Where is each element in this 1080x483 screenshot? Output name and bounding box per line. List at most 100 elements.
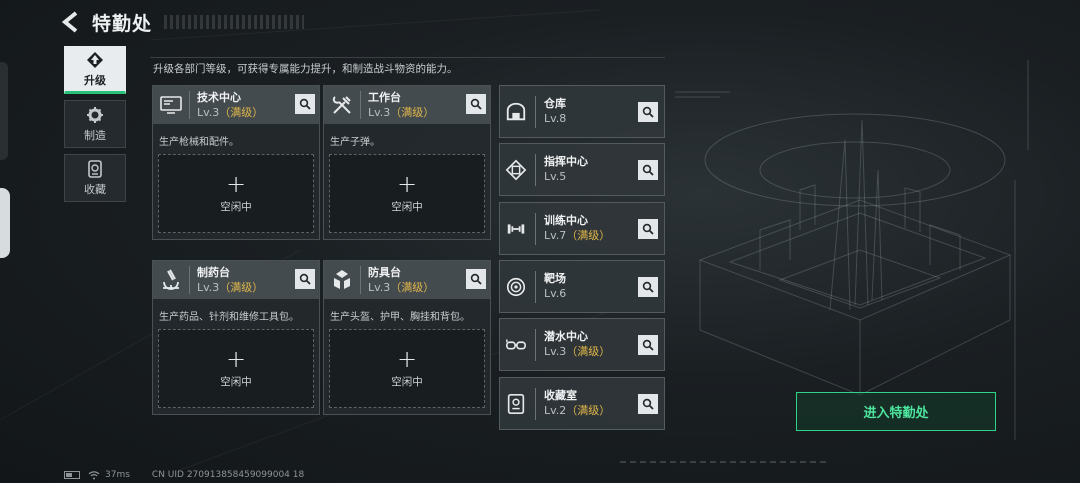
facility-item-diving-center[interactable]: 潜水中心 Lv.3（满级） [499, 318, 665, 371]
search-button[interactable] [295, 269, 315, 289]
facility-name: 训练中心 [544, 214, 588, 227]
facility-name: 潜水中心 [544, 330, 588, 343]
card-header: 工作台 Lv.3（满级） [324, 86, 490, 124]
search-icon [642, 398, 654, 410]
facility-card-workbench[interactable]: 工作台 Lv.3（满级） 生产子弹。 + 空闲中 [323, 85, 491, 240]
gear-icon [87, 106, 103, 123]
max-level-badge: （满级） [390, 105, 435, 119]
search-button[interactable] [466, 94, 486, 114]
facility-level: Lv.5 [544, 169, 588, 184]
max-level-badge: （满级） [566, 404, 611, 417]
slot-status: 空闲中 [220, 376, 252, 388]
max-level-badge: （满级） [390, 280, 435, 294]
item-divider [535, 95, 536, 128]
search-button[interactable] [638, 277, 658, 297]
facility-description: 生产头盔、护甲、胸挂和背包。 [330, 312, 470, 323]
search-button[interactable] [638, 160, 658, 180]
side-nav: 升级 制造 收藏 [64, 46, 126, 208]
level-value: Lv.6 [544, 287, 567, 300]
search-icon [470, 98, 482, 110]
search-icon [642, 223, 654, 235]
page-title: 特勤处 [92, 12, 153, 35]
tools-icon [332, 96, 351, 114]
level-value: Lv.7 [544, 229, 567, 242]
facility-description: 生产药品、针剂和维修工具包。 [159, 312, 299, 323]
armor-icon [334, 270, 350, 289]
search-icon [470, 273, 482, 285]
facility-description: 生产枪械和配件。 [159, 137, 239, 148]
monitor-icon [160, 96, 182, 114]
production-slot[interactable]: + 空闲中 [158, 154, 314, 233]
facility-item-warehouse[interactable]: 仓库 Lv.8 [499, 85, 665, 138]
warehouse-icon [506, 102, 526, 120]
slot-status: 空闲中 [391, 201, 423, 213]
facility-item-command-center[interactable]: 指挥中心 Lv.5 [499, 143, 665, 196]
item-divider [535, 212, 536, 245]
collection-icon [88, 159, 102, 178]
nav-craft[interactable]: 制造 [64, 100, 126, 148]
header-divider [360, 91, 361, 119]
facility-card-pharmacy[interactable]: 制药台 Lv.3（满级） 生产药品、针剂和维修工具包。 + 空闲中 [152, 260, 320, 415]
left-edge-handle [0, 62, 8, 160]
search-button[interactable] [638, 219, 658, 239]
facility-name: 靶场 [544, 272, 566, 285]
facility-level: Lv.3（满级） [368, 280, 434, 295]
nav-craft-label: 制造 [84, 128, 106, 142]
facility-card-armor-bench[interactable]: 防具台 Lv.3（满级） 生产头盔、护甲、胸挂和背包。 + 空闲中 [323, 260, 491, 415]
plus-icon: + [225, 345, 247, 373]
facility-name: 制药台 [197, 265, 230, 279]
chip-icon [505, 159, 527, 180]
enter-special-ops-button[interactable]: 进入特勤处 [796, 392, 996, 431]
search-icon [299, 98, 311, 110]
wifi-icon [88, 470, 100, 479]
facility-level: Lv.3（满级） [368, 105, 434, 120]
facility-name: 指挥中心 [544, 155, 588, 168]
level-value: Lv.3 [544, 345, 567, 358]
header-divider [189, 91, 190, 119]
battery-icon [64, 471, 80, 479]
search-icon [642, 281, 654, 293]
facility-item-shooting-range[interactable]: 靶场 Lv.6 [499, 260, 665, 313]
back-arrow-icon[interactable] [60, 10, 82, 34]
facility-name: 收藏室 [544, 389, 577, 402]
title-decoration [164, 15, 305, 29]
search-icon [642, 164, 654, 176]
divider [150, 57, 665, 58]
production-slot[interactable]: + 空闲中 [329, 154, 485, 233]
search-button[interactable] [295, 94, 315, 114]
level-value: Lv.8 [544, 112, 567, 125]
card-header: 制药台 Lv.3（满级） [153, 261, 319, 299]
search-button[interactable] [466, 269, 486, 289]
facility-level: Lv.3（满级） [544, 344, 610, 359]
facility-description: 生产子弹。 [330, 137, 380, 148]
level-value: Lv.5 [544, 170, 567, 183]
search-button[interactable] [638, 102, 658, 122]
vault-icon [507, 393, 525, 414]
facility-card-tech-center[interactable]: 技术中心 Lv.3（满级） 生产枪械和配件。 + 空闲中 [152, 85, 320, 240]
search-button[interactable] [638, 394, 658, 414]
facility-level: Lv.8 [544, 111, 566, 126]
facility-item-training-center[interactable]: 训练中心 Lv.7（满级） [499, 202, 665, 255]
level-value: Lv.2 [544, 404, 567, 417]
left-edge-tab[interactable] [0, 188, 10, 258]
facility-name: 工作台 [368, 90, 401, 104]
production-slot[interactable]: + 空闲中 [158, 329, 314, 408]
plus-icon: + [396, 170, 418, 198]
nav-collection[interactable]: 收藏 [64, 154, 126, 202]
search-icon [642, 339, 654, 351]
facility-level: Lv.6 [544, 286, 566, 301]
header-divider [189, 266, 190, 294]
header-divider [360, 266, 361, 294]
nav-upgrade[interactable]: 升级 [64, 46, 126, 94]
production-slot[interactable]: + 空闲中 [329, 329, 485, 408]
facility-item-collection-room[interactable]: 收藏室 Lv.2（满级） [499, 377, 665, 430]
footer-decoration [620, 461, 830, 463]
search-button[interactable] [638, 335, 658, 355]
facility-name: 仓库 [544, 97, 566, 110]
level-value: Lv.3 [368, 105, 391, 119]
search-icon [642, 106, 654, 118]
max-level-badge: （满级） [566, 229, 611, 242]
search-icon [299, 273, 311, 285]
max-level-badge: （满级） [219, 280, 264, 294]
slot-status: 空闲中 [220, 201, 252, 213]
